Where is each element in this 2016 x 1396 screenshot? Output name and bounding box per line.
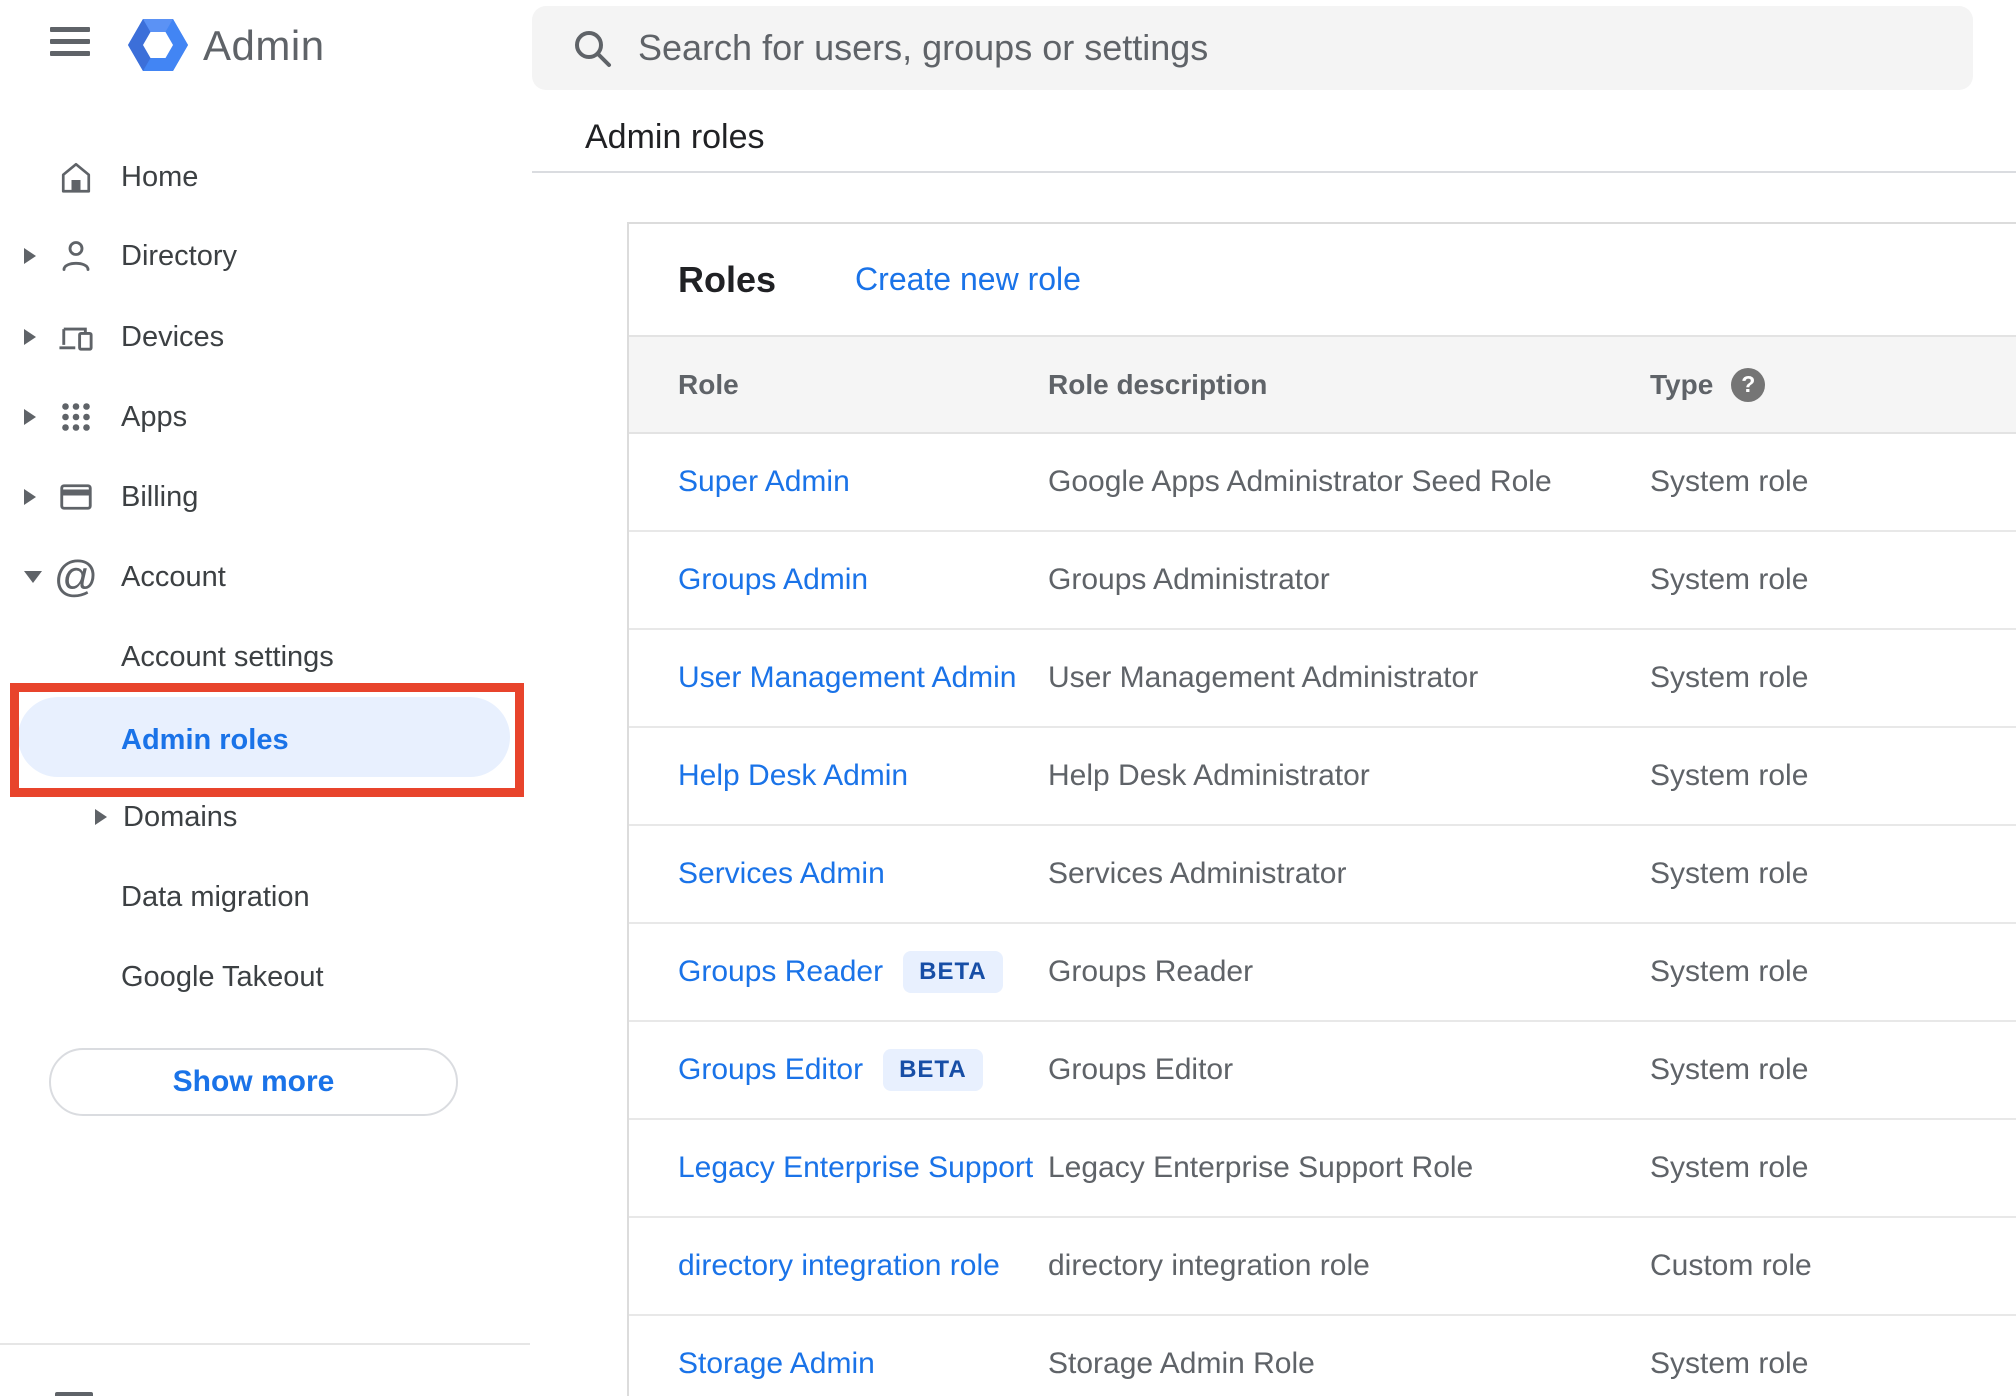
role-description: Groups Editor [1048, 1053, 1234, 1086]
expand-arrow-icon[interactable] [24, 489, 36, 505]
at-sign-icon: @ [53, 552, 99, 601]
search-bar[interactable] [532, 6, 1973, 90]
google-admin-console: Admin Admin roles Home Directory [0, 0, 2016, 1396]
role-type: System role [1650, 661, 1809, 694]
role-link[interactable]: Storage Admin [678, 1347, 875, 1381]
column-header-role: Role [678, 368, 739, 400]
sidebar-item-devices[interactable]: Devices [0, 297, 530, 377]
table-row: Services Admin Services Administrator Sy… [629, 826, 2016, 924]
sidebar-item-label: Apps [121, 400, 188, 433]
sidebar-item-admin-roles-label[interactable]: Admin roles [121, 724, 289, 757]
roles-title: Roles [678, 258, 777, 300]
role-description: Services Administrator [1048, 857, 1347, 890]
expand-arrow-icon[interactable] [24, 248, 36, 264]
clipped-bottom-icon [55, 1392, 93, 1396]
role-description: directory integration role [1048, 1249, 1370, 1282]
table-row: Storage Admin Storage Admin Role System … [629, 1316, 2016, 1396]
role-link[interactable]: Legacy Enterprise Support [678, 1151, 1033, 1185]
role-description: Google Apps Administrator Seed Role [1048, 465, 1552, 498]
table-row: Help Desk Admin Help Desk Administrator … [629, 728, 2016, 826]
role-type: System role [1650, 1053, 1809, 1086]
show-more-button[interactable]: Show more [49, 1048, 458, 1116]
table-row: Legacy Enterprise Support Legacy Enterpr… [629, 1120, 2016, 1218]
app-title: Admin [203, 22, 325, 69]
create-new-role-link[interactable]: Create new role [855, 261, 1081, 298]
role-description: Legacy Enterprise Support Role [1048, 1151, 1474, 1184]
sidebar-item-label: Billing [121, 480, 199, 513]
role-description: Help Desk Administrator [1048, 759, 1370, 792]
role-link[interactable]: User Management Admin [678, 661, 1017, 695]
role-type: System role [1650, 759, 1809, 792]
sidebar-item-label: Domains [123, 800, 238, 833]
expand-arrow-icon[interactable] [95, 809, 107, 825]
role-type: Custom role [1650, 1249, 1812, 1282]
table-row: Super Admin Google Apps Administrator Se… [629, 434, 2016, 532]
expand-arrow-icon[interactable] [24, 329, 36, 345]
table-row: Groups Admin Groups Administrator System… [629, 532, 2016, 630]
apps-grid-icon [58, 399, 94, 435]
column-header-type: Type [1650, 368, 1714, 400]
sidebar-item-account-settings[interactable]: Account settings [0, 617, 530, 697]
sidebar-item-home[interactable]: Home [0, 137, 530, 217]
devices-icon [58, 319, 94, 355]
search-icon [575, 31, 611, 67]
role-link[interactable]: Help Desk Admin [678, 759, 908, 793]
beta-badge: BETA [903, 951, 1003, 993]
hamburger-menu-icon[interactable] [50, 27, 90, 57]
beta-badge: BETA [883, 1049, 983, 1091]
role-link[interactable]: Groups Admin [678, 563, 868, 597]
sidebar-item-label: Directory [121, 239, 238, 272]
roles-card: Roles Create new role Role Role descript… [627, 222, 2016, 1396]
home-icon [58, 159, 94, 195]
sidebar-item-apps[interactable]: Apps [0, 377, 530, 457]
role-type: System role [1650, 857, 1809, 890]
role-type: System role [1650, 563, 1809, 596]
role-description: Groups Administrator [1048, 563, 1330, 596]
role-type: System role [1650, 955, 1809, 988]
role-description: User Management Administrator [1048, 661, 1479, 694]
breadcrumb-divider [532, 171, 2016, 173]
sidebar-item-google-takeout[interactable]: Google Takeout [0, 937, 530, 1017]
sidebar-item-label: Google Takeout [121, 960, 324, 993]
roles-table-body: Super Admin Google Apps Administrator Se… [629, 434, 2016, 1396]
credit-card-icon [58, 479, 94, 515]
sidebar-item-domains[interactable]: Domains [0, 777, 530, 857]
sidebar-item-label: Devices [121, 320, 225, 353]
sidebar-item-billing[interactable]: Billing [0, 457, 530, 537]
role-link[interactable]: Groups Reader [678, 955, 883, 989]
collapse-arrow-icon[interactable] [24, 571, 42, 583]
role-link[interactable]: Super Admin [678, 465, 850, 499]
role-link[interactable]: directory integration role [678, 1249, 1000, 1283]
role-type: System role [1650, 1151, 1809, 1184]
table-row: Groups Editor BETA Groups Editor System … [629, 1022, 2016, 1120]
breadcrumb: Admin roles [585, 118, 765, 156]
table-row: Groups Reader BETA Groups Reader System … [629, 924, 2016, 1022]
role-type: System role [1650, 1347, 1809, 1380]
role-description: Storage Admin Role [1048, 1347, 1315, 1380]
table-row: directory integration role directory int… [629, 1218, 2016, 1316]
role-type: System role [1650, 465, 1809, 498]
table-row: User Management Admin User Management Ad… [629, 630, 2016, 728]
sidebar-divider [0, 1343, 530, 1345]
google-admin-logo-icon [128, 17, 188, 73]
person-icon [58, 238, 94, 274]
role-link[interactable]: Services Admin [678, 857, 885, 891]
sidebar-item-label: Account settings [121, 640, 334, 673]
help-icon[interactable]: ? [1731, 367, 1766, 402]
column-header-description: Role description [1048, 368, 1268, 400]
sidebar-item-account[interactable]: @ Account [0, 537, 530, 617]
sidebar-item-label: Data migration [121, 880, 310, 913]
expand-arrow-icon[interactable] [24, 409, 36, 425]
sidebar-item-label: Home [121, 160, 199, 193]
search-input[interactable] [636, 26, 1943, 70]
sidebar-item-data-migration[interactable]: Data migration [0, 857, 530, 937]
role-link[interactable]: Groups Editor [678, 1053, 863, 1087]
role-description: Groups Reader [1048, 955, 1254, 988]
show-more-label: Show more [172, 1065, 335, 1098]
sidebar-item-label: Account [121, 560, 226, 593]
sidebar-item-directory[interactable]: Directory [0, 216, 530, 296]
roles-table-header: Role Role description Type ? [629, 335, 2016, 434]
